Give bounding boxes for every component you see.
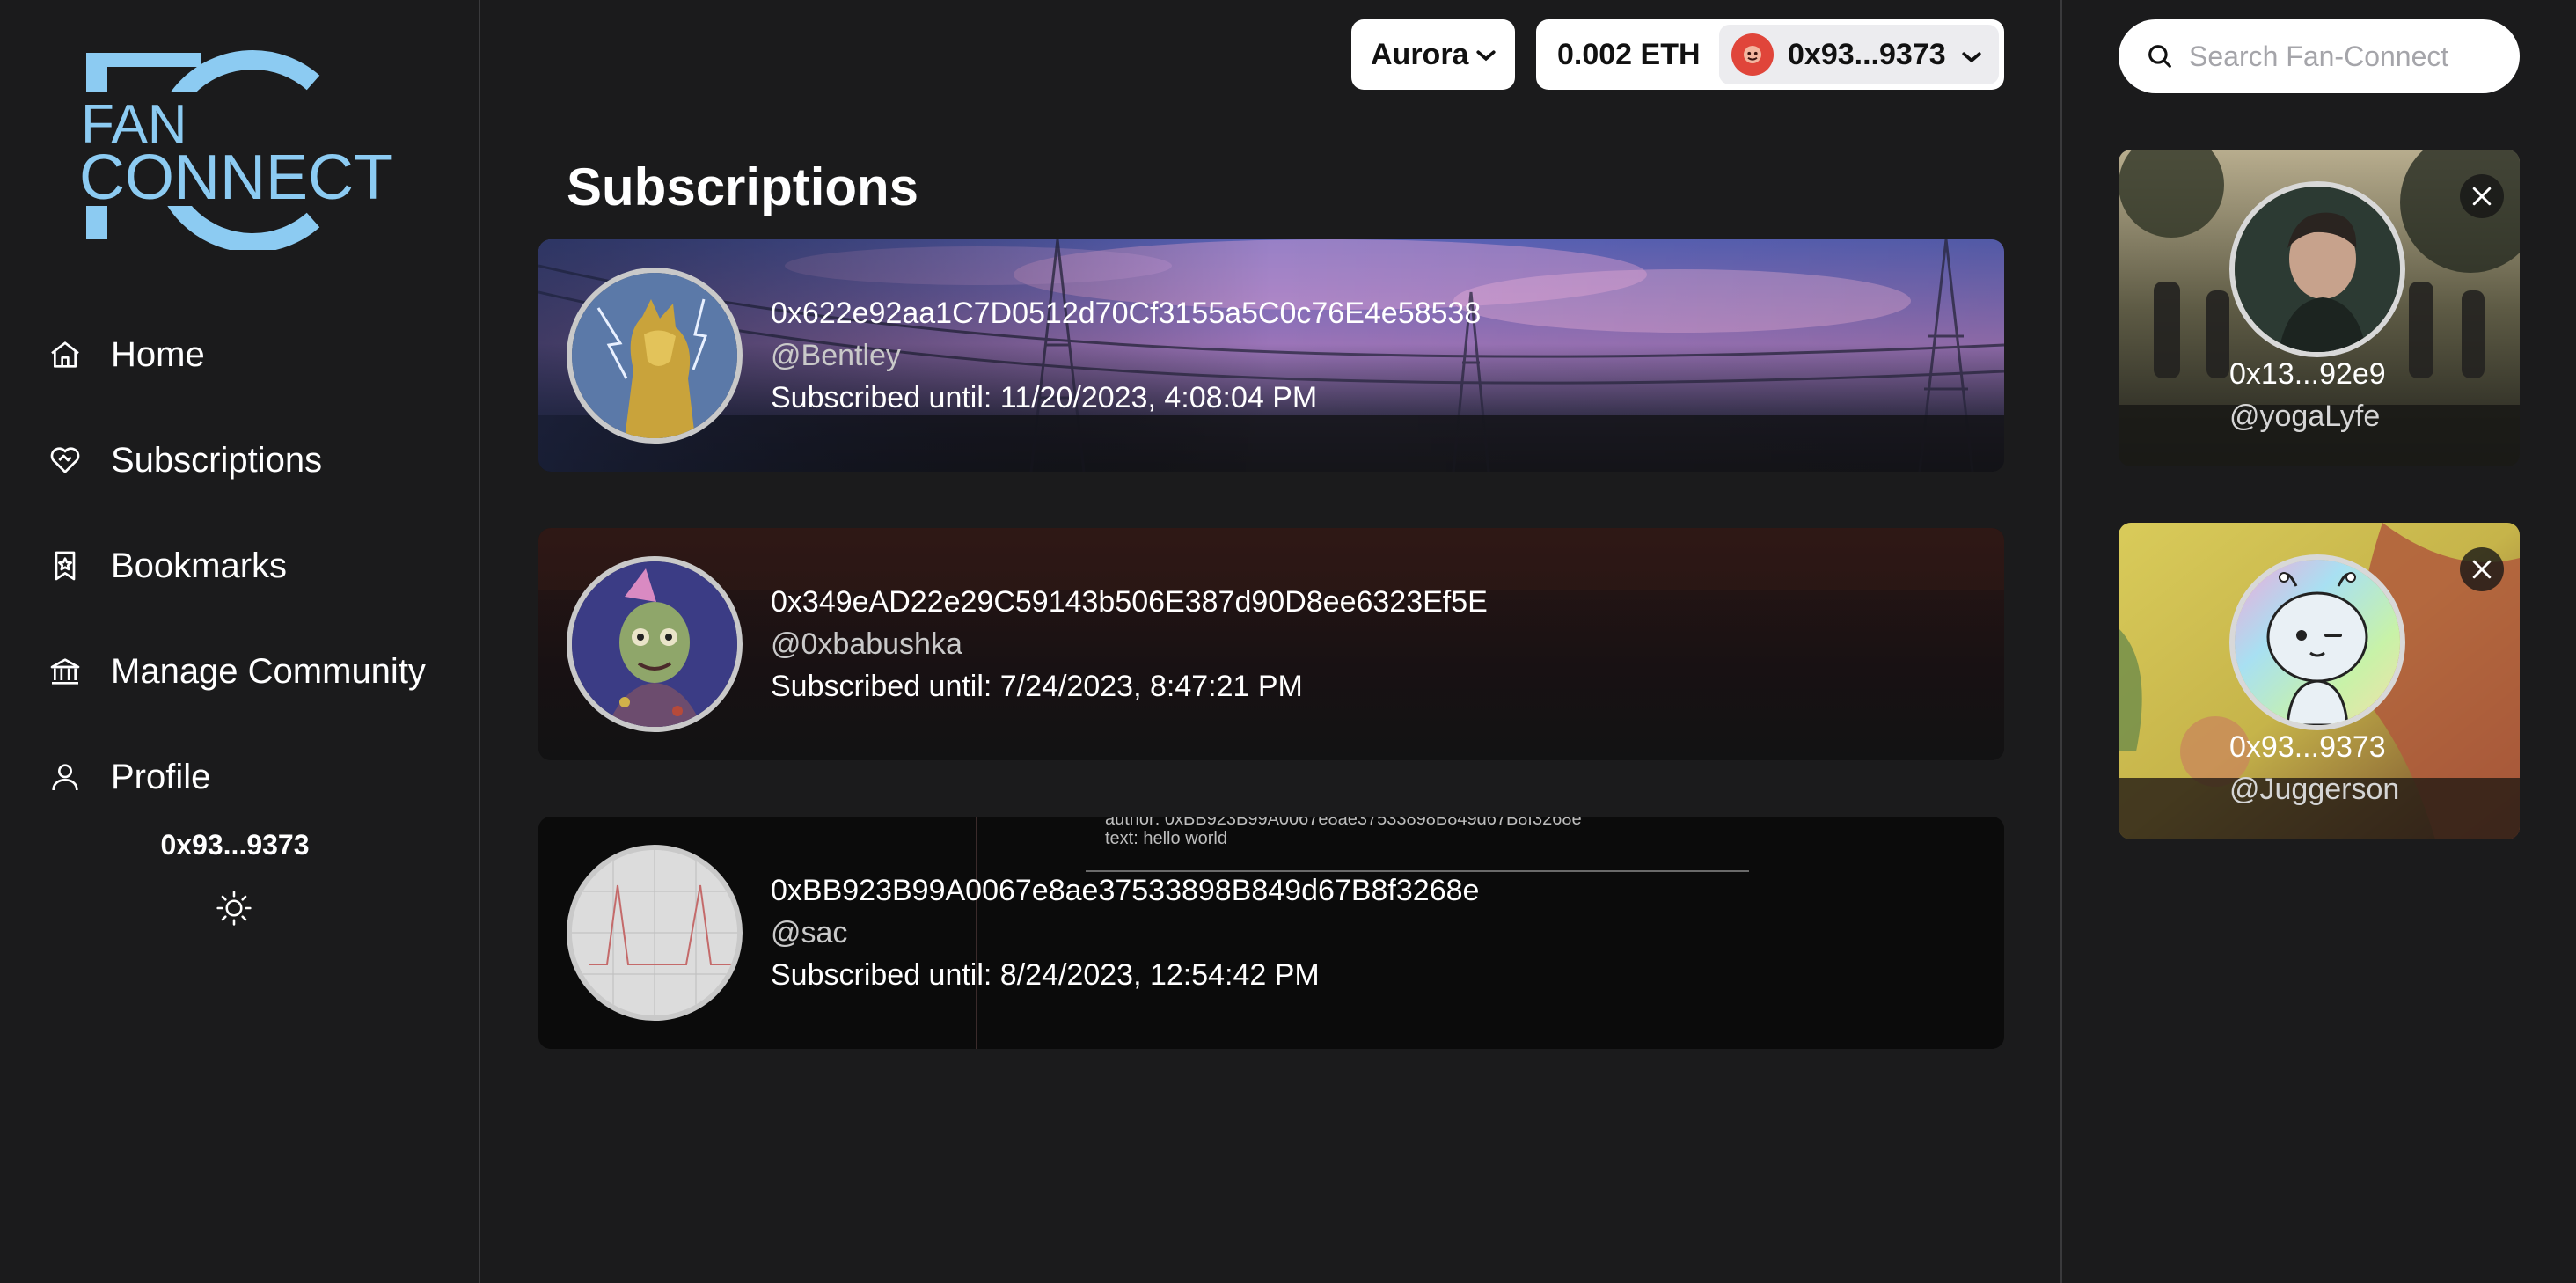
- suggestion-handle: @Juggerson: [2229, 773, 2400, 806]
- bank-icon: [46, 652, 84, 691]
- subscription-address: 0x349eAD22e29C59143b506E387d90D8ee6323Ef…: [771, 585, 1488, 619]
- suggestion-address: 0x13...92e9: [2229, 357, 2386, 391]
- subscription-address: 0x622e92aa1C7D0512d70Cf3155a5C0c76E4e585…: [771, 297, 1482, 330]
- nav-item-manage-community[interactable]: Manage Community: [46, 641, 426, 702]
- logo-line-2: CONNECT: [79, 143, 392, 213]
- nav-item-subscriptions[interactable]: Subscriptions: [46, 429, 322, 491]
- subscription-handle: @Bentley: [771, 339, 901, 372]
- chevron-down-icon: [1473, 42, 1499, 77]
- account-button[interactable]: 0x93...9373: [1719, 25, 1999, 84]
- suggestion-handle: @yogaLyfe: [2229, 400, 2381, 433]
- subscription-address: 0xBB923B99A0067e8ae37533898B849d67B8f326…: [771, 874, 1480, 907]
- suggested-creator-card[interactable]: 0x93...9373 @Juggerson: [2119, 523, 2520, 839]
- nav-label-manage-community: Manage Community: [111, 651, 426, 691]
- nav-label-subscriptions: Subscriptions: [111, 440, 323, 480]
- subscription-handle: @sac: [771, 916, 848, 949]
- search-box: [2119, 19, 2520, 93]
- wallet-widget: 0.002 ETH 0x93...9373: [1536, 19, 2004, 90]
- subscription-card[interactable]: 0x622e92aa1C7D0512d70Cf3155a5C0c76E4e585…: [538, 239, 2004, 472]
- network-selector[interactable]: Aurora: [1351, 19, 1515, 90]
- page-title: Subscriptions: [567, 158, 919, 216]
- home-icon: [46, 335, 84, 374]
- nav-item-home[interactable]: Home: [46, 324, 205, 385]
- search-icon: [2145, 41, 2175, 71]
- bookmark-star-icon: [46, 546, 84, 585]
- suggestion-avatar: [2229, 181, 2405, 357]
- subscription-handle: @0xbabushka: [771, 627, 962, 661]
- network-selected-label: Aurora: [1371, 37, 1469, 71]
- column-divider: [2060, 0, 2062, 1283]
- sun-icon[interactable]: [215, 889, 253, 927]
- subscription-avatar: [567, 845, 743, 1021]
- account-avatar: [1731, 33, 1774, 76]
- sidebar: FAN CONNECT Home Subscriptions Bookmarks…: [0, 0, 480, 1283]
- close-icon[interactable]: [2460, 174, 2504, 218]
- account-address: 0x93...9373: [1788, 37, 1946, 71]
- nav-item-bookmarks[interactable]: Bookmarks: [46, 535, 287, 597]
- suggested-creator-card[interactable]: 0x13...92e9 @yogaLyfe: [2119, 150, 2520, 466]
- search-input[interactable]: [2189, 40, 2506, 73]
- nav-item-profile[interactable]: Profile: [46, 746, 210, 808]
- close-icon[interactable]: [2460, 547, 2504, 591]
- user-icon: [46, 758, 84, 796]
- subscription-until: Subscribed until: 7/24/2023, 8:47:21 PM: [771, 670, 1303, 703]
- chevron-down-icon: [1958, 44, 1985, 78]
- subscription-until: Subscribed until: 8/24/2023, 12:54:42 PM: [771, 958, 1320, 992]
- suggestion-address: 0x93...9373: [2229, 730, 2386, 764]
- nav-label-home: Home: [111, 334, 205, 374]
- subscription-card[interactable]: 0x349eAD22e29C59143b506E387d90D8ee6323Ef…: [538, 528, 2004, 760]
- subscription-card[interactable]: author: 0xBB923B99A0067e8ae37533898B849d…: [538, 817, 2004, 1049]
- nav-label-profile: Profile: [111, 757, 211, 796]
- subscription-until: Subscribed until: 11/20/2023, 4:08:04 PM: [771, 381, 1318, 414]
- suggestion-avatar: [2229, 554, 2405, 730]
- wallet-balance: 0.002 ETH: [1557, 37, 1701, 71]
- heart-handshake-icon: [46, 441, 84, 480]
- sidebar-user-address: 0x93...9373: [160, 829, 310, 861]
- subscription-avatar: [567, 268, 743, 444]
- fan-connect-logo[interactable]: FAN CONNECT: [77, 48, 394, 253]
- subscription-avatar: [567, 556, 743, 732]
- nav-label-bookmarks: Bookmarks: [111, 546, 288, 585]
